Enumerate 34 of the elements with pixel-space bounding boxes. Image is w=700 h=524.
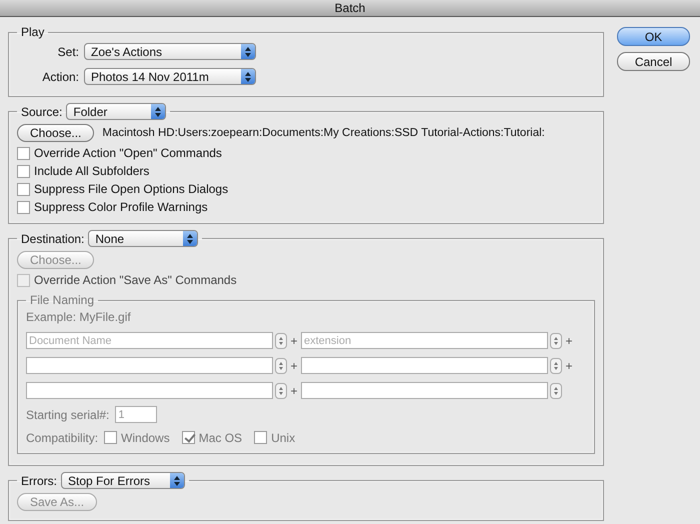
set-dropdown[interactable]: Zoe's Actions	[84, 43, 256, 60]
action-label: Action:	[41, 70, 79, 84]
checkbox-option[interactable]: Include All Subfolders	[17, 162, 595, 180]
serial-label: Starting serial#:	[26, 408, 110, 422]
dropdown-arrows-icon	[241, 69, 255, 84]
action-dropdown[interactable]: Photos 14 Nov 2011m	[84, 68, 256, 85]
dropdown-arrows-icon	[151, 104, 166, 119]
source-label: Source:	[21, 104, 62, 118]
plus-sign: +	[289, 358, 298, 372]
compatibility-label: Compatibility:	[26, 430, 98, 444]
dropdown-arrows-icon	[183, 231, 198, 246]
checkbox-option[interactable]: Override Action "Open" Commands	[17, 144, 595, 162]
dropdown-arrows-icon	[241, 44, 255, 59]
group-title: File Naming	[30, 293, 94, 307]
plus-sign: +	[564, 358, 574, 372]
destination-label: Destination:	[21, 232, 84, 246]
plus-sign: +	[289, 384, 298, 398]
plus-sign: +	[564, 334, 574, 348]
source-dropdown[interactable]: Folder	[66, 103, 166, 120]
dropdown-arrows-icon	[170, 473, 184, 488]
plus-sign: +	[289, 334, 298, 348]
source-path: Macintosh HD:Users:zoepearn:Documents:My Creations:SSD Tutorial-Actions:Tutorial:	[102, 127, 545, 139]
errors-label: Errors:	[21, 474, 57, 488]
group-title: Play	[21, 25, 44, 39]
example-text: Example: MyFile.gif	[26, 310, 132, 324]
set-label: Set:	[56, 44, 79, 58]
window-title: Batch	[334, 1, 366, 15]
dialog-button[interactable]: Cancel	[617, 52, 690, 71]
choose-button[interactable]: Choose...	[17, 124, 94, 142]
checkbox-option[interactable]: Suppress Color Profile Warnings	[17, 198, 595, 216]
destination-dropdown[interactable]: None	[88, 230, 198, 247]
checkbox-option[interactable]: Suppress File Open Options Dialogs	[17, 180, 595, 198]
dialog-button[interactable]: OK	[617, 27, 690, 46]
errors-dropdown[interactable]: Stop For Errors	[61, 472, 185, 489]
